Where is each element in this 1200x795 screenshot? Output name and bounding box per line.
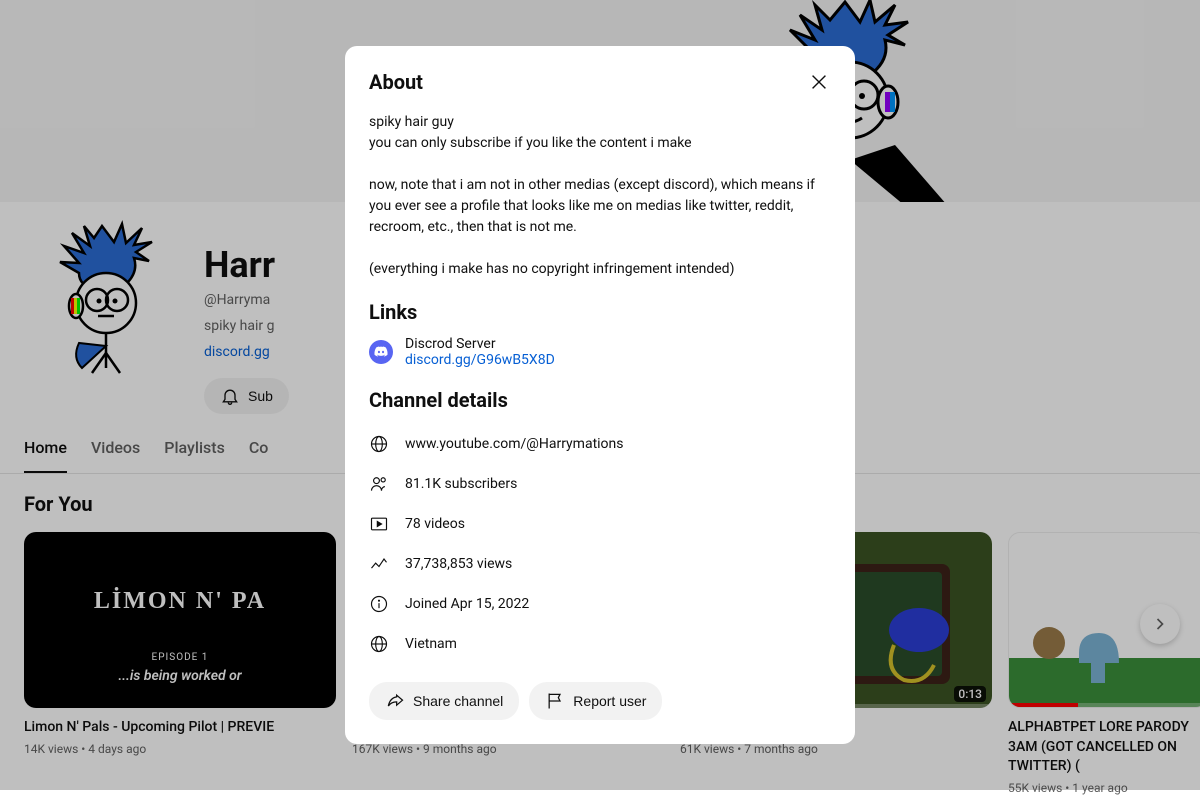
detail-subscribers: 81.1K subscribers [369,464,831,504]
globe-icon [369,634,389,654]
detail-views: 37,738,853 views [369,544,831,584]
channel-details-heading: Channel details [369,388,831,412]
detail-videos: 78 videos [369,504,831,544]
about-heading: About [369,70,831,94]
link-label: Discrod Server [405,336,555,352]
views-icon [369,554,389,574]
discord-icon [369,340,393,364]
flag-icon [545,691,565,711]
globe-icon [369,434,389,454]
modal-overlay[interactable]: About spiky hair guy you can only subscr… [0,0,1200,790]
detail-url: www.youtube.com/@Harrymations [369,424,831,464]
share-channel-button[interactable]: Share channel [369,682,519,720]
share-icon [385,691,405,711]
close-icon [808,71,830,93]
about-modal: About spiky hair guy you can only subscr… [345,46,855,744]
report-user-button[interactable]: Report user [529,682,662,720]
links-heading: Links [369,300,831,324]
link-url[interactable]: discord.gg/G96wB5X8D [405,352,555,368]
videos-icon [369,514,389,534]
link-row[interactable]: Discrod Server discord.gg/G96wB5X8D [369,336,831,368]
about-description: spiky hair guy you can only subscribe if… [369,112,831,280]
info-icon [369,594,389,614]
close-button[interactable] [803,66,835,98]
detail-country: Vietnam [369,624,831,664]
detail-joined: Joined Apr 15, 2022 [369,584,831,624]
subscribers-icon [369,474,389,494]
